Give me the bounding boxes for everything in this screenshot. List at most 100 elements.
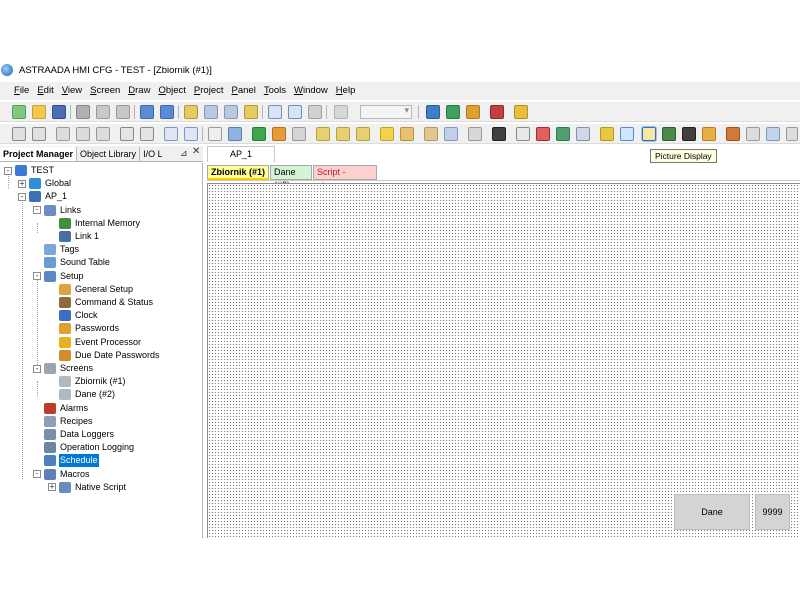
menu-draw[interactable]: Draw <box>124 83 154 99</box>
menu-object[interactable]: Object <box>154 83 189 99</box>
collapse-icon[interactable]: - <box>18 192 26 201</box>
tree-item-screens[interactable]: - Screens <box>33 362 94 375</box>
undo-icon[interactable] <box>140 105 154 119</box>
align-icon[interactable] <box>96 127 110 141</box>
ungroup-icon[interactable] <box>76 127 90 141</box>
download-icon[interactable] <box>426 105 440 119</box>
tree-item-setup[interactable]: - Setup <box>33 270 85 283</box>
save-icon[interactable] <box>52 105 66 119</box>
tree-item-links[interactable]: - Links <box>33 204 82 217</box>
bar-graph-icon[interactable] <box>576 127 590 141</box>
zoom-in-icon[interactable] <box>268 105 282 119</box>
distribute-icon[interactable] <box>164 127 178 141</box>
collapse-icon[interactable]: - <box>33 470 41 479</box>
tree-item-data-loggers[interactable]: Data Loggers <box>33 428 115 441</box>
layout-icon[interactable] <box>766 127 780 141</box>
zoom-out-icon[interactable] <box>288 105 302 119</box>
numeric-icon[interactable] <box>316 127 330 141</box>
run-icon[interactable] <box>490 105 504 119</box>
pie-graph-icon[interactable] <box>600 127 614 141</box>
tree-item-schedule[interactable]: Schedule <box>33 454 99 468</box>
bulb-icon[interactable] <box>380 127 394 141</box>
clock-tool-icon[interactable] <box>516 127 530 141</box>
tree-item-tags[interactable]: Tags <box>33 243 80 256</box>
switch-icon[interactable] <box>272 127 286 141</box>
lamp-icon[interactable] <box>252 127 266 141</box>
word-lamp-icon[interactable] <box>400 127 414 141</box>
menu-edit[interactable]: Edit <box>33 83 57 99</box>
menu-screen[interactable]: Screen <box>86 83 124 99</box>
tree-item-operation-logging[interactable]: Operation Logging <box>33 441 135 454</box>
tree-item-event-processor[interactable]: Event Processor <box>48 336 142 349</box>
close-icon[interactable]: ✕ <box>192 146 200 157</box>
menu-help[interactable]: Help <box>332 83 360 99</box>
pin-icon[interactable]: ⊿ <box>180 148 188 159</box>
sound-tool-icon[interactable] <box>702 127 716 141</box>
datetime-icon[interactable] <box>356 127 370 141</box>
screen-properties-icon[interactable] <box>244 105 258 119</box>
tab-project-manager[interactable]: Project Manager <box>0 147 78 161</box>
cut-icon[interactable] <box>76 105 90 119</box>
ascii-icon[interactable] <box>336 127 350 141</box>
level-icon[interactable] <box>746 127 760 141</box>
tree-item-test[interactable]: - TEST <box>4 164 55 177</box>
more-tools-icon[interactable] <box>786 127 798 141</box>
tree-item-ap-1[interactable]: - AP_1 <box>18 190 68 203</box>
table-icon[interactable] <box>140 127 154 141</box>
meter-icon[interactable] <box>492 127 506 141</box>
screen-canvas[interactable]: Dane 9999 <box>207 183 800 538</box>
tree-item-command-status[interactable]: Command & Status <box>48 296 154 309</box>
tree-item-general-setup[interactable]: General Setup <box>48 283 134 296</box>
tab-script-otworz[interactable]: Script - otworz <box>313 165 377 190</box>
front-icon[interactable] <box>120 127 134 141</box>
comment-icon[interactable] <box>468 127 482 141</box>
screen-paste-icon[interactable] <box>224 105 238 119</box>
tab-zbiornik[interactable]: Zbiornik (#1) <box>207 165 269 180</box>
dot-icon[interactable] <box>208 127 222 141</box>
tree-item-native-script[interactable]: + Native Script <box>48 481 127 494</box>
tree-item-sound-table[interactable]: Sound Table <box>33 256 111 269</box>
message-icon[interactable] <box>424 127 438 141</box>
qr-code-icon[interactable] <box>682 127 696 141</box>
numeric-display[interactable]: 9999 <box>755 494 790 530</box>
tree-item-recipes[interactable]: Recipes <box>33 415 94 428</box>
tree-item-zbiornik-1[interactable]: Zbiornik (#1) <box>48 375 127 388</box>
tree-item-internal-memory[interactable]: Internal Memory <box>48 217 141 230</box>
open-folder-icon[interactable] <box>32 105 46 119</box>
expand-icon[interactable]: + <box>48 483 56 492</box>
help-icon[interactable] <box>514 105 528 119</box>
redo-icon[interactable] <box>160 105 174 119</box>
menu-view[interactable]: View <box>58 83 86 99</box>
text-tool-icon[interactable] <box>32 127 46 141</box>
rotate-icon[interactable] <box>184 127 198 141</box>
zoom-select[interactable] <box>360 105 412 119</box>
tree-item-link-1[interactable]: Link 1 <box>48 230 100 243</box>
picture-display-icon[interactable] <box>642 127 656 141</box>
expand-icon[interactable]: + <box>18 179 26 188</box>
tab-object-library[interactable]: Object Library <box>77 147 141 161</box>
document-tab-ap1[interactable]: AP_1 <box>207 146 275 162</box>
tab-dane[interactable]: Dane (#2) <box>270 165 312 190</box>
new-icon[interactable] <box>12 105 26 119</box>
copy-icon[interactable] <box>96 105 110 119</box>
tree-item-passwords[interactable]: Passwords <box>48 322 120 335</box>
menu-file[interactable]: File <box>10 83 33 99</box>
calendar-icon[interactable] <box>536 127 550 141</box>
menu-tools[interactable]: Tools <box>260 83 290 99</box>
grid-icon[interactable] <box>334 105 348 119</box>
compile-icon[interactable] <box>446 105 460 119</box>
historic-icon[interactable] <box>662 127 676 141</box>
menu-panel[interactable]: Panel <box>228 83 260 99</box>
screen-copy-icon[interactable] <box>204 105 218 119</box>
group-icon[interactable] <box>56 127 70 141</box>
pointer-icon[interactable] <box>12 127 26 141</box>
collapse-icon[interactable]: - <box>33 206 41 215</box>
tree-item-dane-2[interactable]: Dane (#2) <box>48 388 116 401</box>
tree-tool-icon[interactable] <box>228 127 242 141</box>
paste-icon[interactable] <box>116 105 130 119</box>
screen-new-icon[interactable] <box>184 105 198 119</box>
tree-item-due-date-passwords[interactable]: Due Date Passwords <box>48 349 161 362</box>
dane-button[interactable]: Dane <box>674 494 750 530</box>
tree-item-clock[interactable]: Clock <box>48 309 99 322</box>
check-icon[interactable] <box>466 105 480 119</box>
